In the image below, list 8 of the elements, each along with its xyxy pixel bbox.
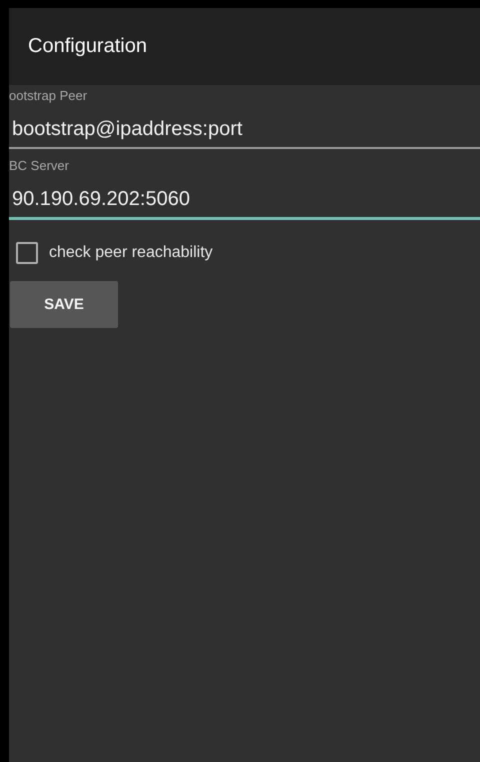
field-label: BC Server	[9, 158, 69, 175]
field-label: ootstrap Peer	[9, 88, 88, 105]
checkbox[interactable]	[16, 242, 38, 264]
save-button[interactable]: SAVE	[10, 281, 118, 328]
input-field[interactable]: bootstrap@ipaddress:port	[9, 105, 480, 149]
input-field[interactable]: 90.190.69.202:5060	[9, 175, 480, 220]
checkbox-label[interactable]: check peer reachability	[49, 244, 213, 262]
screen-title: Configuration	[28, 35, 147, 58]
